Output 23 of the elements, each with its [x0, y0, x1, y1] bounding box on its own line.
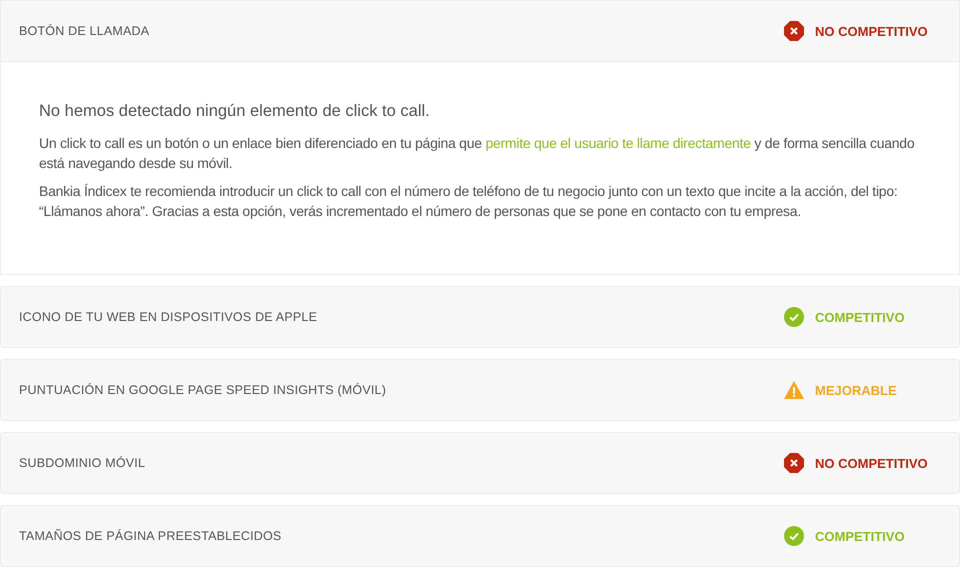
- accordion-section[interactable]: [0, 0, 960, 275]
- section-title: ICONO DE TU WEB EN DISPOSITIVOS DE APPLE: [19, 310, 318, 324]
- accordion-section[interactable]: TAMAÑOS DE PÁGINA PREESTABLECIDOS COMPETITIVO: [0, 505, 960, 567]
- section-title: TAMAÑOS DE PÁGINA PREESTABLECIDOS: [19, 529, 282, 543]
- warning-icon: [783, 379, 805, 401]
- accordion-section[interactable]: SUBDOMINIO MÓVIL NO COMPETITIVO: [0, 432, 960, 494]
- status-label: NO COMPETITIVO: [815, 24, 928, 38]
- status-label: COMPETITIVO: [815, 310, 905, 324]
- status-label: COMPETITIVO: [815, 528, 905, 544]
- check-icon: [783, 306, 805, 328]
- status-label: NO COMPETITIVO: [815, 456, 928, 470]
- check-icon: [783, 525, 805, 547]
- accordion-section[interactable]: PUNTUACIÓN EN GOOGLE PAGE SPEED INSIGHTS (MÓVIL) MEJORABLE: [0, 359, 960, 421]
- section-title: PUNTUACIÓN EN GOOGLE PAGE SPEED INSIGHTS (MÓVIL): [19, 383, 388, 397]
- close-icon: [783, 452, 805, 474]
- description-paragraph: Un click to call es un botón o un enlace bien diferenciado en tu página que permite que el usuario te llame directamente y de forma sencilla cuando está navegando desde su móvil.: [39, 134, 916, 173]
- accordion-section[interactable]: ICONO DE TU WEB EN DISPOSITIVOS DE APPLE COMPETITIVO: [0, 286, 960, 348]
- section-title: SUBDOMINIO MÓVIL: [19, 456, 146, 470]
- status-label: MEJORABLE: [815, 382, 897, 398]
- finding-heading: No hemos detectado ningún elemento de click to call.: [39, 102, 431, 121]
- description-paragraph: Bankia Índicex te recomienda introducir un click to call con el número de teléfono de tu negocio junto con un texto que incite a la acción, del tipo: “Llámanos ahora”. Gracias a esta opción, verás incrementado el número de personas que se pone en contacto con tu empresa.: [39, 182, 899, 221]
- close-icon: [783, 20, 805, 42]
- section-title: BOTÓN DE LLAMADA: [19, 24, 150, 38]
